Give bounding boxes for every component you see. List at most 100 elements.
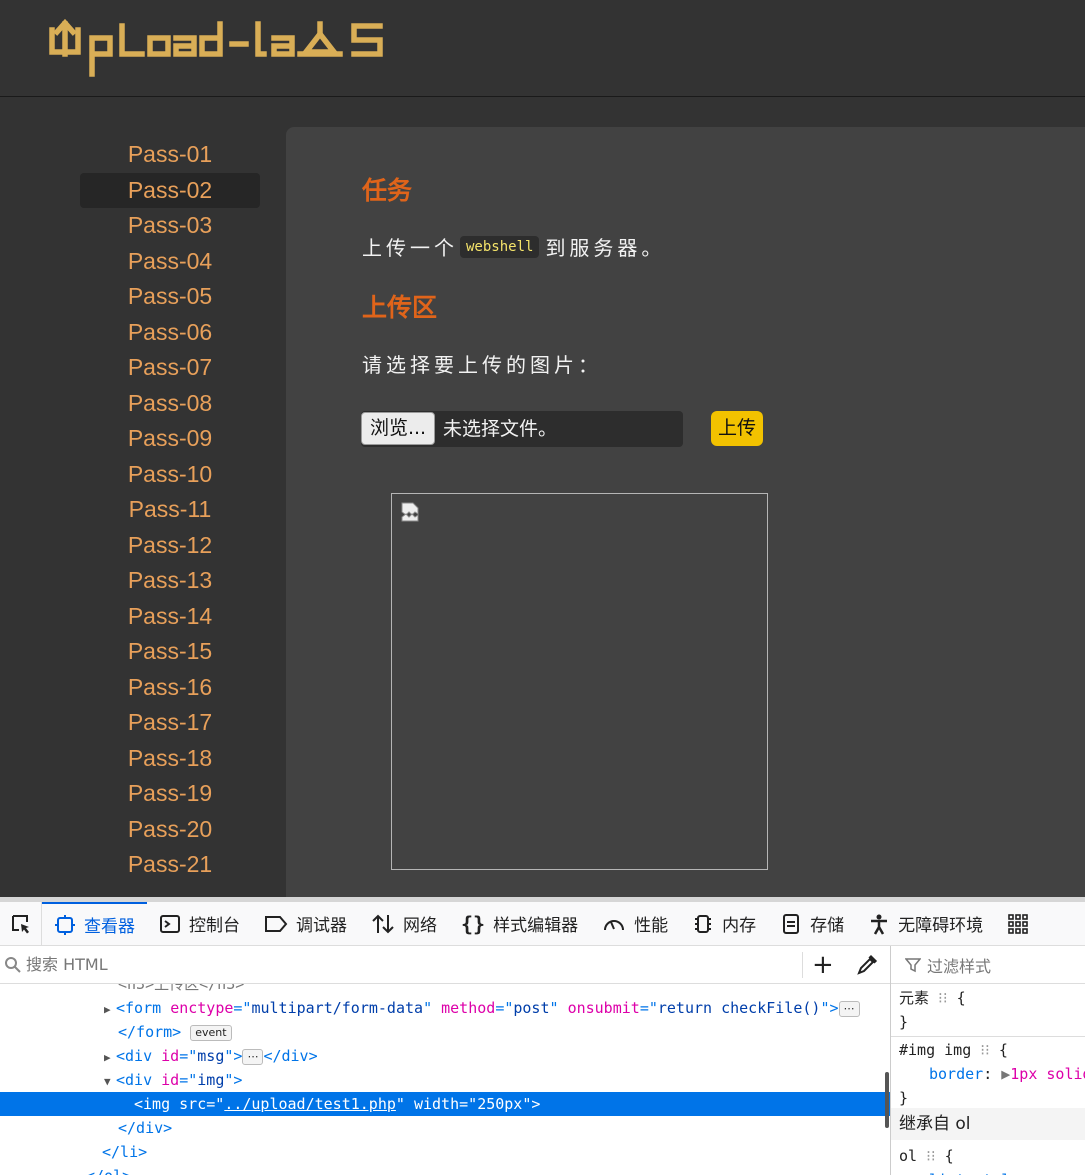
tab-label: 调试器: [296, 916, 347, 936]
add-node-button[interactable]: +: [812, 952, 834, 978]
sidebar-nav: Pass-01 Pass-02 Pass-03 Pass-04 Pass-05 Pass-…: [80, 137, 260, 883]
tab-console[interactable]: 控制台: [147, 902, 252, 946]
tab-label: 存储: [810, 916, 845, 936]
sidebar-item-pass-01[interactable]: Pass-01: [80, 137, 260, 173]
rule-border-declaration[interactable]: border: ▶1px solid: [929, 1062, 1085, 1086]
tree-line-form[interactable]: ▶ <form enctype="multipart/form-data" met…: [0, 996, 890, 1020]
sidebar-item-pass-18[interactable]: Pass-18: [80, 741, 260, 777]
task-description: 上传一个 webshell 到服务器。: [362, 232, 665, 261]
rule-grid-icon: ⁝⁝: [926, 1147, 936, 1165]
tab-accessibility[interactable]: 无障碍环境: [856, 902, 995, 946]
rule-grid-icon: ⁝⁝: [938, 989, 948, 1007]
memory-icon: [695, 914, 712, 933]
tab-inspector[interactable]: 查看器: [42, 901, 147, 946]
html-search-input[interactable]: 搜索 HTML: [4, 946, 108, 984]
toolbar-divider: [802, 952, 803, 978]
sidebar-item-pass-03[interactable]: Pass-03: [80, 208, 260, 244]
sidebar-item-pass-15[interactable]: Pass-15: [80, 634, 260, 670]
sidebar-item-pass-06[interactable]: Pass-06: [80, 315, 260, 351]
element-picker-icon: [11, 914, 29, 933]
upload-button[interactable]: 上传: [711, 411, 763, 446]
collapse-arrow-icon[interactable]: ▼: [104, 1070, 116, 1094]
rule-element[interactable]: 元素 ⁝⁝ {: [899, 986, 966, 1010]
tree-line-div-img[interactable]: ▼ <div id="img">: [0, 1068, 890, 1092]
tab-memory[interactable]: 内存: [680, 902, 768, 946]
rule-close: }: [899, 1013, 909, 1031]
filter-styles-input[interactable]: 过滤样式: [891, 946, 1085, 984]
rule-close: }: [899, 1089, 909, 1107]
inherited-from-ol: 继承自 ol: [891, 1108, 1085, 1140]
tree-line-div-close[interactable]: </div>: [0, 1116, 890, 1140]
tree-line-div-msg[interactable]: ▶ <div id="msg"> ⋯ </div>: [0, 1044, 890, 1068]
tab-performance[interactable]: 性能: [590, 902, 680, 946]
event-badge[interactable]: event: [190, 1024, 232, 1041]
tree-line-form-close[interactable]: </form> event: [0, 1020, 890, 1044]
tree-line-li-close[interactable]: </li>: [0, 1140, 890, 1164]
sidebar-item-pass-02[interactable]: Pass-02: [80, 172, 260, 208]
rule-list-style-declaration[interactable]: list-style: ▶none: [929, 1168, 1083, 1175]
accessibility-icon: [871, 914, 888, 935]
file-input[interactable]: 浏览... 未选择文件。: [361, 411, 683, 447]
task-heading: 任务: [362, 176, 413, 205]
rules-panel: 过滤样式 元素 ⁝⁝ { } #img img ⁝⁝ { border: ▶1p…: [890, 946, 1085, 1175]
eyedropper-icon[interactable]: [856, 954, 878, 976]
inspector-icon: [55, 914, 75, 935]
rule-ol-selector[interactable]: ol ⁝⁝ {: [899, 1144, 954, 1168]
tree-line-img-selected[interactable]: <img src="../upload/test1.php" width="25…: [0, 1092, 890, 1116]
sidebar-item-pass-09[interactable]: Pass-09: [80, 421, 260, 457]
devtools-panel: 查看器 控制台 调试器 网络 {} 样式编辑器 性能 内存 存储 无障碍环境 搜…: [0, 897, 1085, 1175]
network-icon: [372, 914, 394, 933]
file-status-text: 未选择文件。: [443, 418, 558, 440]
sidebar-item-pass-10[interactable]: Pass-10: [80, 457, 260, 493]
upload-heading: 上传区: [362, 293, 438, 322]
rule-img-selector[interactable]: #img img ⁝⁝ {: [899, 1038, 1008, 1062]
sidebar-item-pass-07[interactable]: Pass-07: [80, 350, 260, 386]
task-text-before: 上传一个: [362, 236, 458, 260]
sidebar-item-pass-13[interactable]: Pass-13: [80, 563, 260, 599]
sidebar-item-pass-20[interactable]: Pass-20: [80, 812, 260, 848]
markup-scrollbar[interactable]: [885, 1072, 889, 1128]
sidebar-item-pass-04[interactable]: Pass-04: [80, 244, 260, 280]
sidebar-item-pass-17[interactable]: Pass-17: [80, 705, 260, 741]
browse-button[interactable]: 浏览...: [361, 412, 435, 445]
browser-page: Pass-01 Pass-02 Pass-03 Pass-04 Pass-05 Pass-…: [0, 0, 1085, 1175]
site-logo[interactable]: [48, 16, 388, 82]
markup-tree: <h3>上传区</h3> ▶ <form enctype="multipart/f…: [0, 984, 890, 1175]
tree-line-h3[interactable]: <h3>上传区</h3>: [0, 984, 890, 996]
tab-debugger[interactable]: 调试器: [252, 902, 359, 946]
ellipsis-badge: ⋯: [838, 1000, 860, 1017]
sidebar-item-pass-11[interactable]: Pass-11: [80, 492, 260, 528]
more-tools-button[interactable]: [995, 902, 1049, 946]
sidebar-item-pass-16[interactable]: Pass-16: [80, 670, 260, 706]
tab-network[interactable]: 网络: [359, 902, 449, 946]
filter-placeholder: 过滤样式: [927, 956, 992, 976]
sidebar-item-pass-08[interactable]: Pass-08: [80, 386, 260, 422]
rule-divider: [891, 1036, 1085, 1037]
tab-label: 无障碍环境: [898, 916, 984, 936]
console-icon: [160, 914, 180, 933]
braces-icon: {}: [461, 911, 486, 936]
sidebar-item-pass-19[interactable]: Pass-19: [80, 776, 260, 812]
img-src-link[interactable]: ../upload/test1.php: [224, 1095, 396, 1113]
sidebar-item-pass-21[interactable]: Pass-21: [80, 847, 260, 883]
tab-label: 查看器: [84, 917, 135, 937]
tab-style-editor[interactable]: {} 样式编辑器: [449, 902, 590, 946]
uploaded-image-frame: [391, 493, 768, 870]
sidebar-item-pass-05[interactable]: Pass-05: [80, 279, 260, 315]
element-picker-button[interactable]: [0, 901, 42, 946]
tab-storage[interactable]: 存储: [768, 902, 856, 946]
performance-icon: [604, 919, 625, 930]
sidebar-item-pass-14[interactable]: Pass-14: [80, 599, 260, 635]
tree-line-ol-close[interactable]: </ol>: [0, 1164, 890, 1175]
devtools-toolbar: 查看器 控制台 调试器 网络 {} 样式编辑器 性能 内存 存储 无障碍环境: [0, 901, 1085, 946]
expand-arrow-icon[interactable]: ▶: [104, 998, 116, 1022]
element-rule-label: 元素: [899, 989, 930, 1007]
sidebar-item-pass-12[interactable]: Pass-12: [80, 528, 260, 564]
grid-icon: [1008, 913, 1028, 934]
tab-label: 网络: [403, 916, 437, 936]
search-icon: [5, 957, 21, 973]
content-panel: 任务 上传一个 webshell 到服务器。 上传区 请选择要上传的图片： 浏览…: [286, 127, 1085, 907]
logo-graphic: [49, 18, 383, 77]
search-placeholder: 搜索 HTML: [26, 955, 108, 974]
expand-arrow-icon[interactable]: ▶: [104, 1046, 116, 1070]
